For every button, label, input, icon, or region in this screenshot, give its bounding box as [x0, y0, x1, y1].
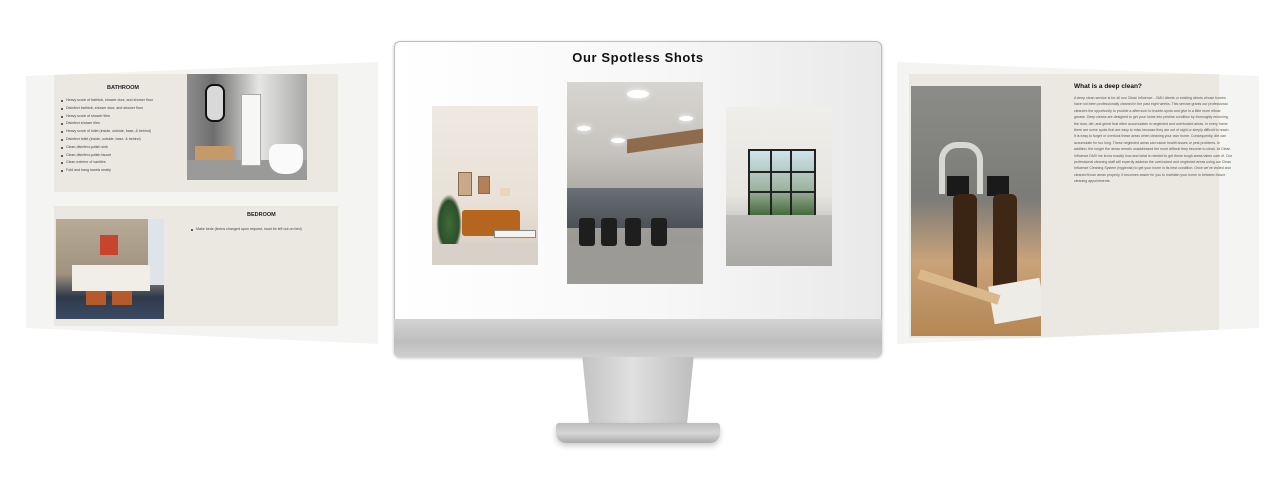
monitor-frame: Our Spotless Shots — [394, 41, 882, 357]
gallery-photo-office[interactable] — [567, 82, 703, 284]
list-item: Clean exterior of vanities — [60, 159, 153, 167]
deep-clean-heading: What is a deep clean? — [1074, 83, 1142, 90]
list-item: Heavy scrub of toilet (inside, outside, … — [60, 128, 153, 136]
monitor-chin — [394, 319, 882, 357]
bedroom-checklist: Make beds (linens changed upon request, … — [190, 226, 302, 234]
list-item: Heavy scrub of shower tiles — [60, 113, 153, 121]
left-preview-panel: BATHROOM Heavy scrub of bathtub, shower … — [26, 62, 378, 344]
bedroom-photo — [56, 219, 164, 319]
bathroom-photo — [187, 74, 307, 180]
right-preview-panel: What is a deep clean? A deep clean servi… — [897, 62, 1259, 344]
list-item: Heavy scrub of bathtub, shower door, and… — [60, 97, 153, 105]
monitor-screen: Our Spotless Shots — [395, 42, 881, 319]
list-item: Fold and hang towels neatly — [60, 167, 153, 175]
bathroom-title: BATHROOM — [107, 85, 139, 91]
list-item: Disinfect shower tiles — [60, 120, 153, 128]
bathroom-checklist: Heavy scrub of bathtub, shower door, and… — [60, 97, 153, 175]
gallery-photo-empty-loft[interactable] — [726, 107, 832, 266]
bedroom-title: BEDROOM — [247, 212, 276, 218]
gallery-title: Our Spotless Shots — [572, 50, 704, 65]
list-item: Disinfect bathtub, shower door, and show… — [60, 105, 153, 113]
cleaning-bottles-photo — [911, 86, 1041, 336]
list-item: Clean-disinfect-polish faucet — [60, 152, 153, 160]
list-item: Clean-disinfect-polish sink — [60, 144, 153, 152]
monitor-stand — [556, 357, 720, 443]
list-item: Disinfect toilet (inside, outside, base,… — [60, 136, 153, 144]
list-item: Make beds (linens changed upon request, … — [190, 226, 302, 234]
deep-clean-body: A deep clean service is for all non Clea… — [1074, 95, 1232, 185]
gallery-photo-living-room[interactable] — [432, 106, 538, 265]
deep-clean-paragraph: A deep clean service is for all non Clea… — [1074, 96, 1232, 184]
